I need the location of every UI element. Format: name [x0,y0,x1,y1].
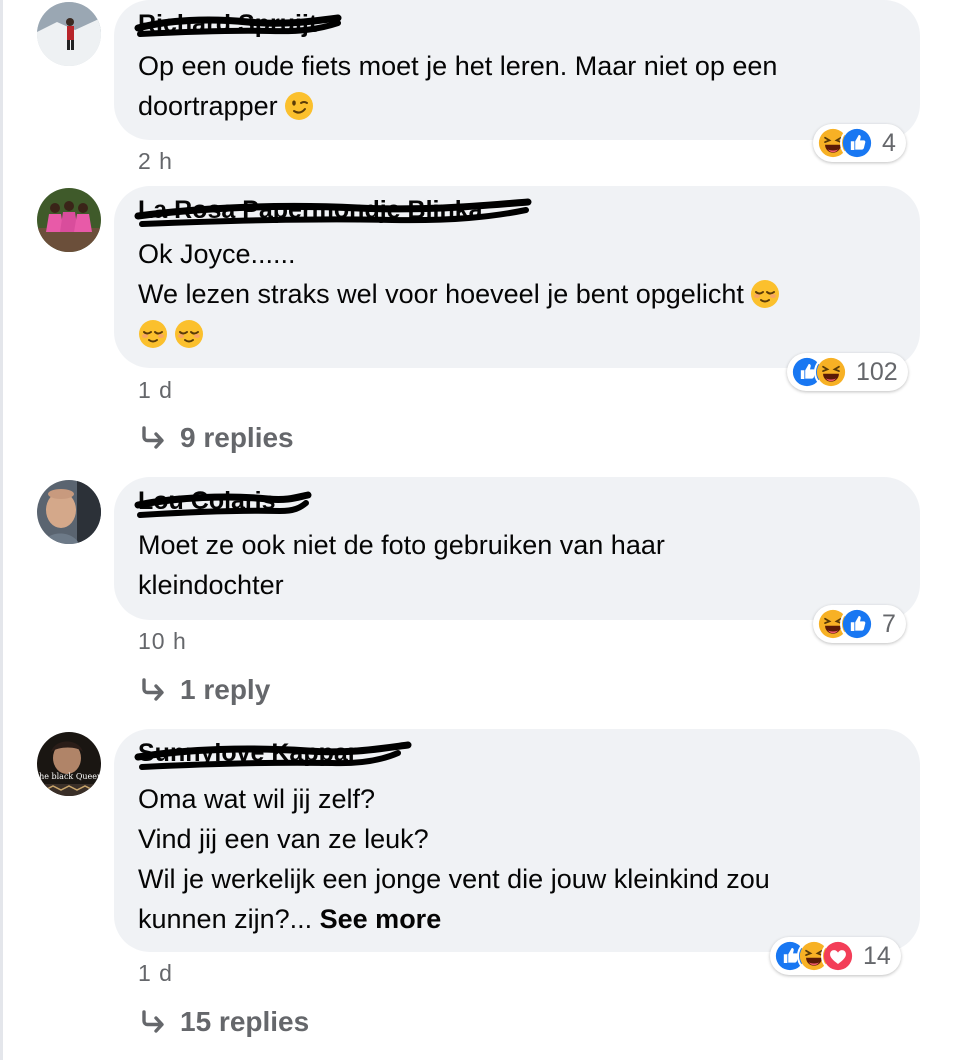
comment-timestamp[interactable]: 10 h [138,628,187,655]
comment-timestamp[interactable]: 1 d [138,377,173,404]
reactions-summary[interactable]: 14 [770,937,901,975]
comment-line [138,314,780,354]
comment-text: Moet ze ook niet de foto gebruiken van h… [138,525,665,605]
comment-line-text: We lezen straks wel voor hoeveel je bent… [138,279,744,309]
avatar-caption: the black Queen [37,772,101,781]
like-icon [840,607,874,641]
love-icon [821,939,855,973]
winking-face-icon [284,91,314,121]
comment-line: Oma wat wil jij zelf? [138,784,376,814]
reactions-summary[interactable]: 102 [787,353,908,391]
comment-text: Op een oude fiets moet je het leren. Maa… [138,46,777,126]
haha-icon [814,355,848,389]
reaction-count: 7 [882,609,896,638]
comment-bubble: La Rosa Papermondje Blinka Ok Joyce.....… [114,186,920,368]
reply-arrow-icon [140,426,168,450]
comment-timestamp[interactable]: 1 d [138,960,173,987]
reaction-count: 102 [856,357,898,386]
reactions-summary[interactable]: 7 [813,605,906,643]
comment-line: Wil je werkelijk een jonge vent die jouw… [138,864,770,894]
avatar[interactable] [37,480,101,544]
replies-label: 9 replies [180,422,294,453]
avatar[interactable] [37,2,101,66]
comment-line: Moet ze ook niet de foto gebruiken van h… [138,530,665,560]
comment-bubble: Sunnylove Kappar Oma wat wil jij zelf? V… [114,729,920,952]
thread-rule [0,0,3,1060]
comment-line: We lezen straks wel voor hoeveel je bent… [138,274,780,314]
comment-line: kunnen zijn?... See more [138,899,770,939]
comment-timestamp[interactable]: 2 h [138,148,173,175]
comment-bubble: Richard Spruijt Op een oude fiets moet j… [114,0,920,140]
comment-line-text: doortrapper [138,91,278,121]
reaction-count: 4 [882,128,896,157]
like-icon [840,126,874,160]
comment-line-text: kunnen zijn?... [138,904,313,934]
comment-text: Oma wat wil jij zelf? Vind jij een van z… [138,779,770,939]
redaction-scribble [134,198,532,227]
see-more-link[interactable]: See more [320,904,442,934]
reactions-summary[interactable]: 4 [813,124,906,162]
relieved-face-icon [138,319,168,349]
redaction-scribble [134,491,312,518]
reply-arrow-icon [140,678,168,702]
reply-arrow-icon [140,1010,168,1034]
view-replies-link[interactable]: 9 replies [140,422,294,454]
view-replies-link[interactable]: 15 replies [140,1006,309,1038]
avatar[interactable] [37,188,101,252]
comment-line: doortrapper [138,86,777,126]
relieved-face-icon [174,319,204,349]
view-replies-link[interactable]: 1 reply [140,674,270,706]
redaction-scribble [134,741,412,770]
comment-bubble: Lou Colaris Moet ze ook niet de foto geb… [114,477,920,620]
redaction-scribble [134,14,342,37]
comment-line: Vind jij een van ze leuk? [138,824,429,854]
reaction-count: 14 [863,941,891,970]
avatar[interactable]: the black Queen [37,732,101,796]
relieved-face-icon [750,279,780,309]
comment-line: kleindochter [138,570,284,600]
replies-label: 1 reply [180,674,271,705]
replies-label: 15 replies [180,1006,310,1037]
comment-line: Op een oude fiets moet je het leren. Maa… [138,51,778,81]
comment-text: Ok Joyce...... We lezen straks wel voor … [138,234,780,354]
comment-line: Ok Joyce...... [138,239,296,269]
